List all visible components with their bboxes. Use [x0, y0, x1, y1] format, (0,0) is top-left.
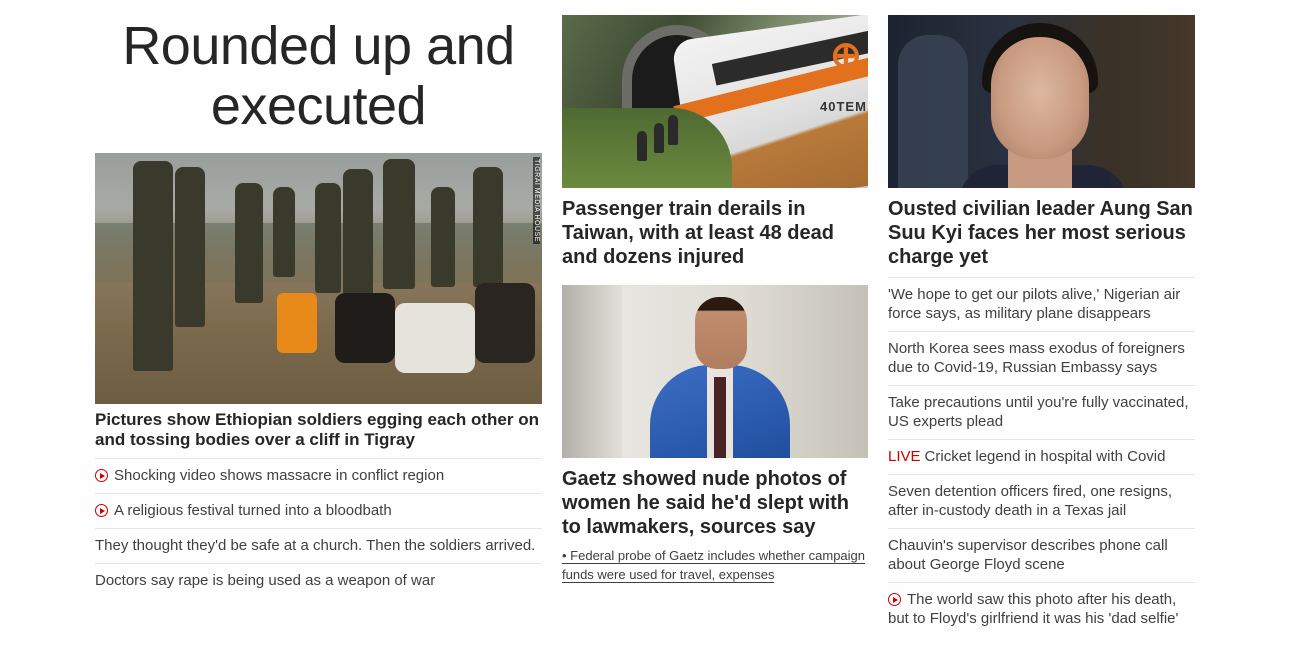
seated-figure	[395, 303, 475, 373]
link-text[interactable]: Shocking video shows massacre in conflic…	[114, 467, 444, 484]
face-shape	[991, 37, 1089, 159]
soldier-figure	[343, 169, 373, 309]
list-item[interactable]: They thought they'd be safe at a church.…	[95, 528, 542, 563]
middle-column: ⊕ 40TEM Passenger train derails in Taiwa…	[562, 0, 868, 584]
main-headline-line2[interactable]: executed	[211, 76, 427, 136]
left-column: Rounded up and executed TIGRAI MEDIA HOU…	[95, 0, 542, 598]
train-number: 40TEM	[820, 99, 867, 114]
image-credit: TIGRAI MEDIA HOUSE	[533, 157, 540, 244]
person-figure	[654, 123, 664, 153]
list-item[interactable]: A religious festival turned into a blood…	[95, 493, 542, 528]
background-shade	[562, 285, 622, 458]
live-badge: LIVE	[888, 448, 921, 465]
gaetz-sublink-wrap: • Federal probe of Gaetz includes whethe…	[562, 546, 868, 584]
link-text[interactable]: Doctors say rape is being used as a weap…	[95, 572, 435, 589]
train-derail-image[interactable]: ⊕ 40TEM	[562, 15, 868, 188]
link-text[interactable]: Seven detention officers fired, one resi…	[888, 483, 1172, 519]
list-item[interactable]: The world saw this photo after his death…	[888, 582, 1195, 636]
list-item[interactable]: Take precautions until you're fully vacc…	[888, 385, 1195, 439]
list-item[interactable]: 'We hope to get our pilots alive,' Niger…	[888, 277, 1195, 331]
soldier-figure	[431, 187, 455, 287]
background-person-shape	[898, 35, 968, 188]
right-column: Ousted civilian leader Aung San Suu Kyi …	[888, 0, 1195, 636]
soldier-figure	[133, 161, 173, 371]
soldier-figure	[175, 167, 205, 327]
lighting-shade	[1105, 15, 1195, 188]
soldier-figure	[273, 187, 295, 277]
right-link-list: 'We hope to get our pilots alive,' Niger…	[888, 277, 1195, 636]
play-video-icon	[95, 504, 108, 517]
gaetz-image[interactable]	[562, 285, 868, 458]
train-logo-icon: ⊕	[830, 35, 862, 77]
link-text[interactable]: North Korea sees mass exodus of foreigne…	[888, 340, 1185, 376]
gaetz-story-title[interactable]: Gaetz showed nude photos of women he sai…	[562, 467, 868, 539]
train-story-title[interactable]: Passenger train derails in Taiwan, with …	[562, 197, 868, 269]
link-text[interactable]: Cricket legend in hospital with Covid	[925, 448, 1166, 465]
link-text[interactable]: A religious festival turned into a blood…	[114, 502, 392, 519]
grass-shape	[562, 108, 732, 188]
person-figure	[668, 115, 678, 145]
seated-figure	[475, 283, 535, 363]
main-headline-line1[interactable]: Rounded up and	[122, 16, 515, 76]
soldier-figure	[383, 159, 415, 289]
list-item[interactable]: Seven detention officers fired, one resi…	[888, 474, 1195, 528]
link-text[interactable]: The world saw this photo after his death…	[888, 591, 1178, 627]
link-text[interactable]: They thought they'd be safe at a church.…	[95, 537, 535, 554]
list-item[interactable]: Chauvin's supervisor describes phone cal…	[888, 528, 1195, 582]
list-item[interactable]: Doctors say rape is being used as a weap…	[95, 563, 542, 598]
list-item[interactable]: North Korea sees mass exodus of foreigne…	[888, 331, 1195, 385]
lead-caption[interactable]: Pictures show Ethiopian soldiers egging …	[95, 410, 542, 450]
link-text[interactable]: Take precautions until you're fully vacc…	[888, 394, 1189, 430]
suu-kyi-image[interactable]	[888, 15, 1195, 188]
soldier-figure	[473, 167, 503, 287]
link-text[interactable]: Chauvin's supervisor describes phone cal…	[888, 537, 1168, 573]
suu-kyi-story-title[interactable]: Ousted civilian leader Aung San Suu Kyi …	[888, 197, 1195, 269]
main-headline[interactable]: Rounded up and executed	[95, 0, 542, 136]
gaetz-sublink[interactable]: • Federal probe of Gaetz includes whethe…	[562, 548, 865, 583]
soldier-figure	[235, 183, 263, 303]
link-text[interactable]: 'We hope to get our pilots alive,' Niger…	[888, 286, 1180, 322]
seated-figure	[335, 293, 395, 363]
left-link-list: Shocking video shows massacre in conflic…	[95, 458, 542, 598]
tie-shape	[714, 377, 726, 458]
soldier-figure	[315, 183, 341, 293]
play-video-icon	[95, 469, 108, 482]
ethiopia-soldiers-image[interactable]: TIGRAI MEDIA HOUSE	[95, 153, 542, 404]
list-item[interactable]: LIVE Cricket legend in hospital with Covi…	[888, 439, 1195, 474]
person-figure	[637, 131, 647, 161]
head-shape	[695, 297, 747, 369]
play-video-icon	[888, 593, 901, 606]
list-item[interactable]: Shocking video shows massacre in conflic…	[95, 458, 542, 493]
orange-shirt-figure	[277, 293, 317, 353]
